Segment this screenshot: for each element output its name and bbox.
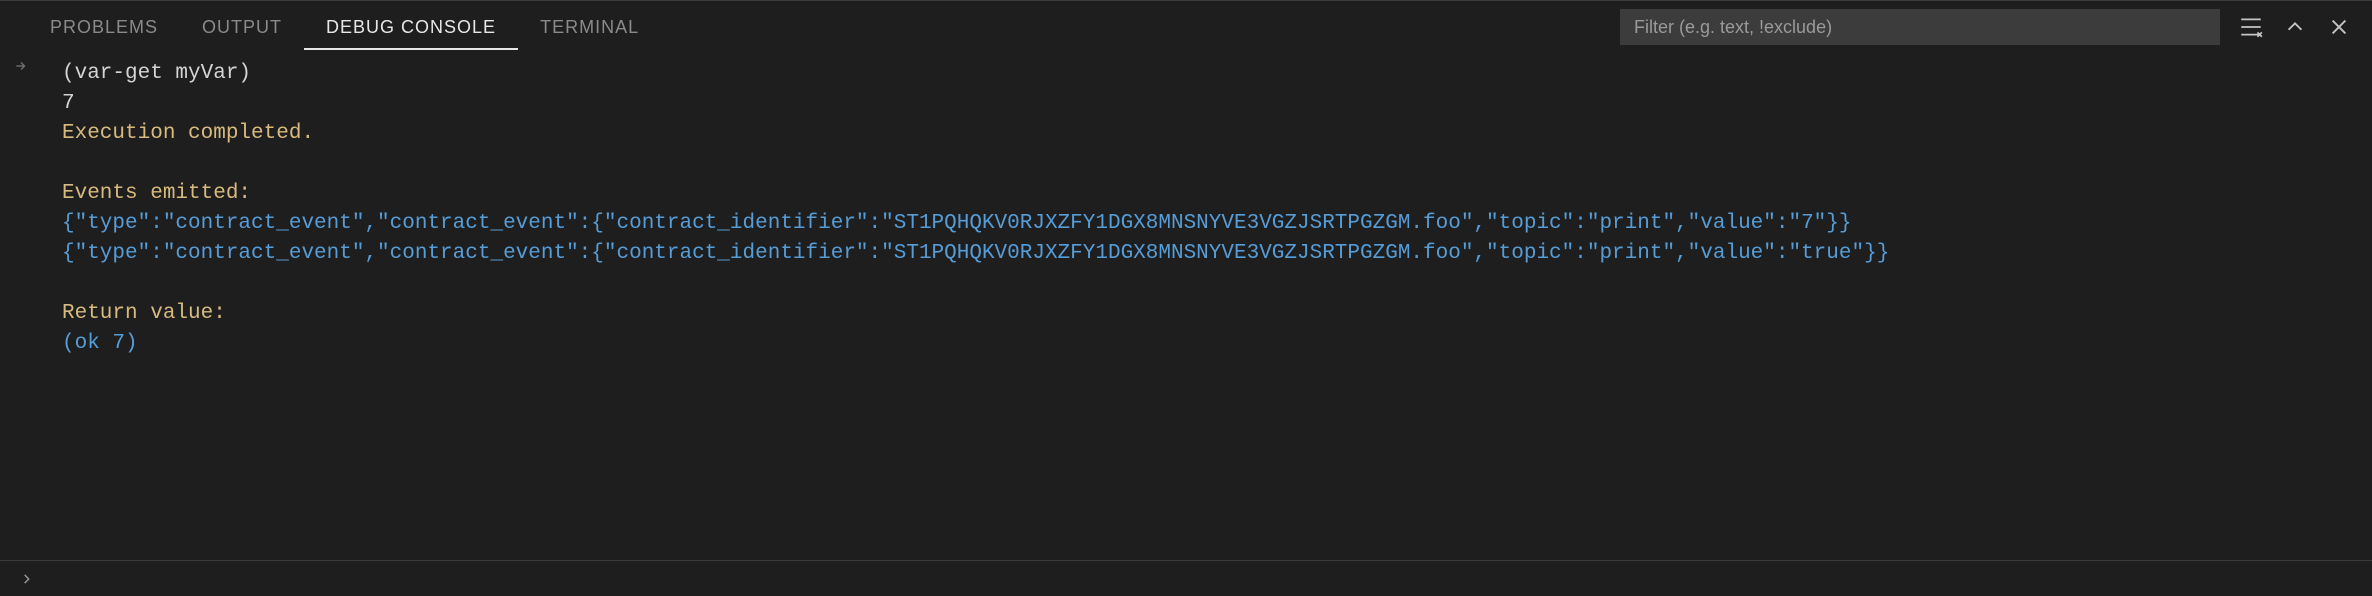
- console-result-value: 7: [62, 89, 2372, 119]
- console-event-line: {"type":"contract_event","contract_event…: [62, 239, 2372, 269]
- tab-terminal[interactable]: TERMINAL: [518, 5, 661, 50]
- tab-debug-console[interactable]: DEBUG CONSOLE: [304, 5, 518, 50]
- repl-input-row: [0, 560, 2372, 596]
- console-output-row: {"type":"contract_event","contract_event…: [0, 209, 2372, 239]
- console-filter-input[interactable]: [1620, 9, 2220, 45]
- panel-actions: [2238, 14, 2352, 40]
- tab-output[interactable]: OUTPUT: [180, 5, 304, 50]
- console-blank-row: [0, 269, 2372, 299]
- tab-problems[interactable]: PROBLEMS: [28, 5, 180, 50]
- console-output-row: {"type":"contract_event","contract_event…: [0, 239, 2372, 269]
- console-output-row: (ok 7): [0, 329, 2372, 359]
- panel-container: PROBLEMS OUTPUT DEBUG CONSOLE TERMINAL: [0, 0, 2372, 596]
- clear-console-icon[interactable]: [2238, 14, 2264, 40]
- console-output-row: 7: [0, 89, 2372, 119]
- console-execution-complete: Execution completed.: [62, 119, 2372, 149]
- console-output-row: Events emitted:: [0, 179, 2372, 209]
- panel-tab-bar: PROBLEMS OUTPUT DEBUG CONSOLE TERMINAL: [0, 1, 2372, 53]
- console-output-row: Return value:: [0, 299, 2372, 329]
- debug-console-body[interactable]: (var-get myVar) 7 Execution completed. E…: [0, 53, 2372, 560]
- console-events-header: Events emitted:: [62, 179, 2372, 209]
- console-blank-row: [0, 149, 2372, 179]
- console-return-header: Return value:: [62, 299, 2372, 329]
- console-output-row: Execution completed.: [0, 119, 2372, 149]
- close-panel-icon[interactable]: [2326, 14, 2352, 40]
- console-blank: [62, 269, 2372, 299]
- panel-tabs: PROBLEMS OUTPUT DEBUG CONSOLE TERMINAL: [28, 5, 661, 50]
- repl-input[interactable]: [48, 567, 2372, 591]
- input-arrow-icon: [0, 59, 62, 73]
- console-input-expression: (var-get myVar): [62, 59, 2372, 89]
- collapse-panel-icon[interactable]: [2282, 14, 2308, 40]
- repl-prompt-icon: [20, 572, 34, 586]
- console-blank: [62, 149, 2372, 179]
- console-event-line: {"type":"contract_event","contract_event…: [62, 209, 2372, 239]
- console-input-row: (var-get myVar): [0, 59, 2372, 89]
- console-return-value: (ok 7): [62, 329, 2372, 359]
